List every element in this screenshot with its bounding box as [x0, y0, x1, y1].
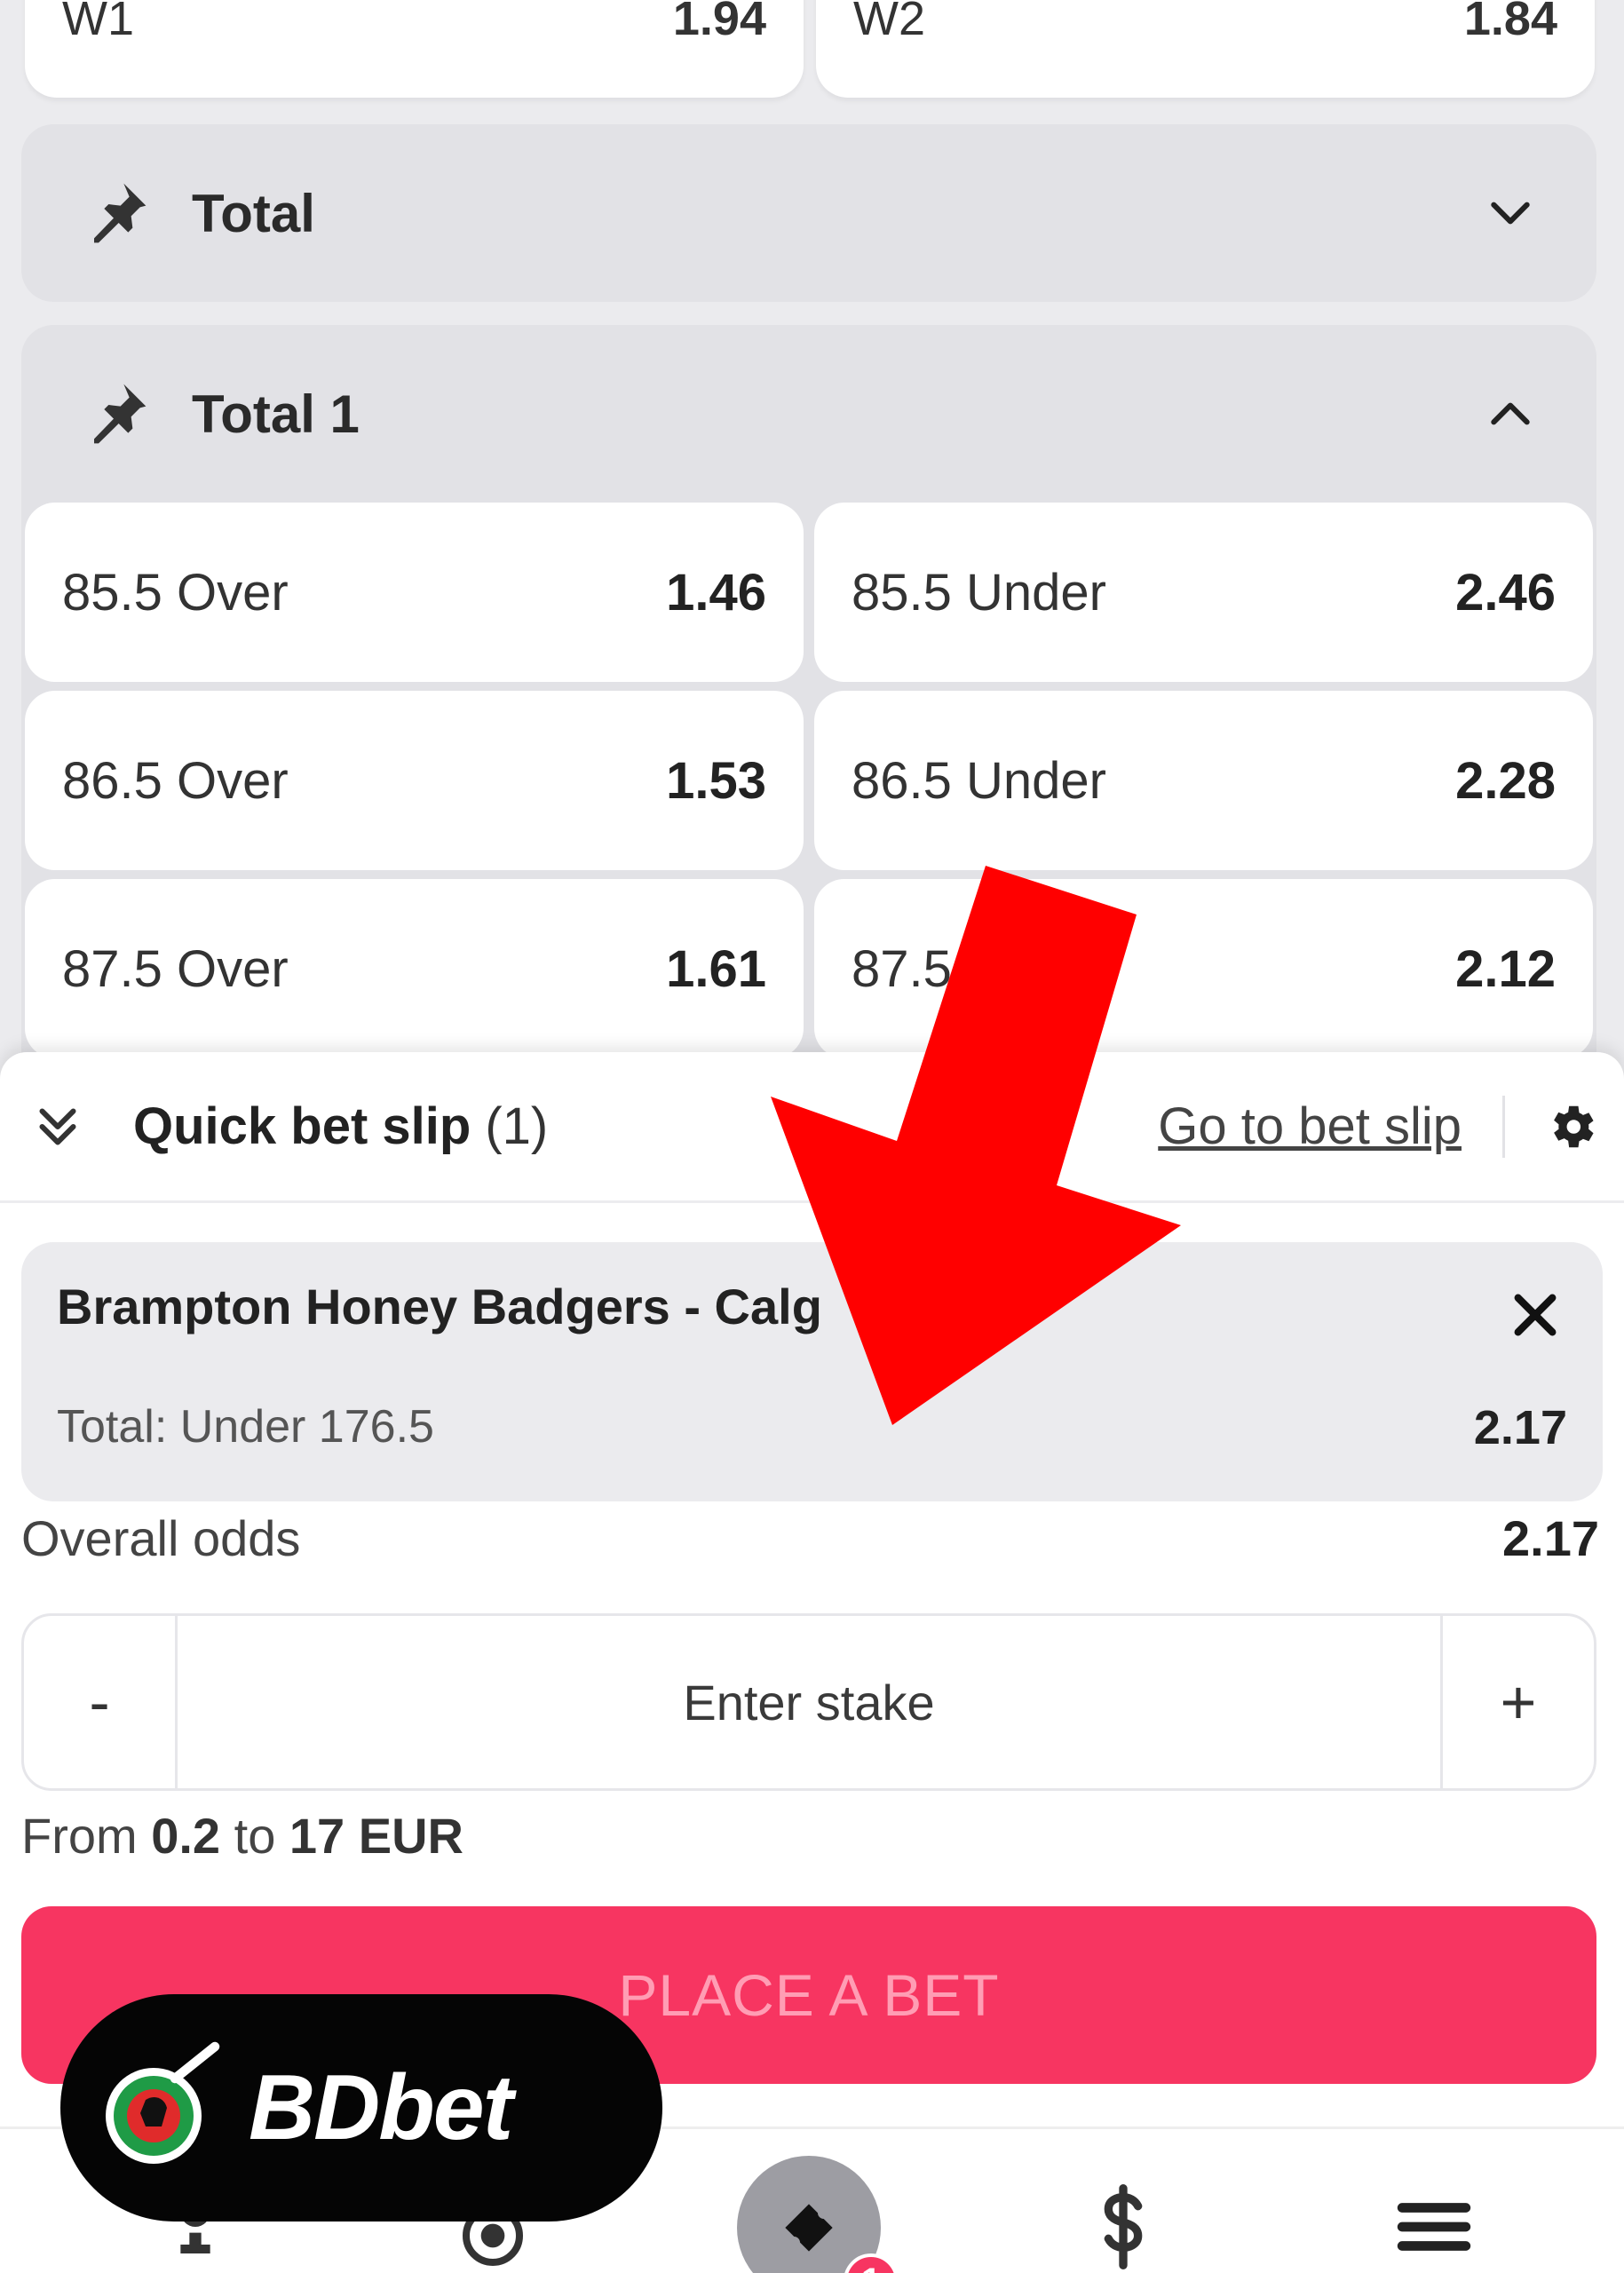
odds-cell-under[interactable]: 86.5 Under 2.28 — [814, 691, 1593, 870]
odds-grid: 85.5 Over 1.46 85.5 Under 2.46 86.5 Over… — [21, 503, 1596, 1058]
odds-label: 87.5 Over — [62, 939, 289, 998]
increase-stake-button[interactable]: + — [1443, 1616, 1594, 1788]
menu-icon[interactable] — [1390, 2182, 1478, 2271]
odds-cell-over[interactable]: 87.5 Over 1.61 — [25, 879, 804, 1058]
winner-row: W1 1.94 W2 1.84 — [25, 0, 1595, 98]
odds-value: 1.94 — [672, 0, 766, 45]
odds-label: W1 — [62, 0, 134, 45]
odds-cell-w2[interactable]: W2 1.84 — [816, 0, 1595, 98]
odds-label: 86.5 Over — [62, 751, 289, 810]
odds-cell-over[interactable]: 85.5 Over 1.46 — [25, 503, 804, 682]
odds-value: 1.53 — [666, 751, 766, 810]
odds-row: 85.5 Over 1.46 85.5 Under 2.46 — [25, 503, 1593, 682]
go-to-bet-slip-link[interactable]: Go to bet slip — [1158, 1097, 1462, 1156]
page: W1 1.94 W2 1.84 Total Total 1 85.5 Over … — [0, 0, 1624, 2273]
chevron-up-icon[interactable] — [1479, 383, 1541, 445]
bet-description: Total: Under 176.5 — [57, 1401, 434, 1453]
odds-value: 1.46 — [666, 563, 766, 622]
slip-count: (1) — [485, 1097, 549, 1155]
stake-stepper: - + — [21, 1613, 1596, 1791]
bet-odd: 2.17 — [1473, 1401, 1567, 1454]
odds-cell-w1[interactable]: W1 1.94 — [25, 0, 804, 98]
odds-cell-under[interactable]: 85.5 Under 2.46 — [814, 503, 1593, 682]
pin-icon[interactable] — [76, 374, 156, 454]
dollar-icon[interactable] — [1079, 2178, 1168, 2273]
market-title: Total — [192, 183, 315, 243]
overall-odds-value: 2.17 — [1502, 1510, 1599, 1566]
market-total-1-header[interactable]: Total 1 — [21, 325, 1596, 503]
stake-limits: From 0.2 to 17 EUR — [21, 1808, 463, 1864]
odds-row: 87.5 Over 1.61 87.5 2.12 — [25, 879, 1593, 1058]
chevron-down-icon[interactable] — [1479, 182, 1541, 244]
market-title: Total 1 — [192, 384, 360, 444]
odds-value: 1.61 — [666, 939, 766, 998]
odds-row: 86.5 Over 1.53 86.5 Under 2.28 — [25, 691, 1593, 870]
overall-odds-label: Overall odds — [21, 1510, 301, 1566]
market-total-header[interactable]: Total — [21, 124, 1596, 302]
odds-value: 2.46 — [1455, 563, 1556, 622]
double-chevron-down-icon[interactable] — [27, 1096, 89, 1158]
close-icon[interactable] — [1501, 1281, 1569, 1349]
market-total-1: Total 1 85.5 Over 1.46 85.5 Under 2.46 8… — [21, 325, 1596, 1124]
odds-value: 1.84 — [1463, 0, 1557, 45]
cricket-logo-icon — [106, 2041, 220, 2164]
slip-header: Quick bet slip (1) Go to bet slip — [0, 1052, 1624, 1203]
bet-event-name: Brampton Honey Badgers - Calg ge — [57, 1279, 1014, 1334]
odds-label: W2 — [853, 0, 925, 45]
odds-label: 87.5 — [852, 939, 952, 998]
divider — [1502, 1095, 1505, 1158]
odds-label: 85.5 Over — [62, 563, 289, 622]
logo-text: BDbet — [249, 2055, 513, 2159]
gear-icon[interactable] — [1541, 1096, 1603, 1158]
decrease-stake-button[interactable]: - — [24, 1616, 175, 1788]
pin-icon[interactable] — [76, 173, 156, 253]
odds-value: 2.28 — [1455, 751, 1556, 810]
overall-odds-row: Overall odds 2.17 — [21, 1509, 1599, 1567]
odds-value: 2.12 — [1455, 939, 1556, 998]
odds-label: 86.5 Under — [852, 751, 1106, 810]
bdbet-logo: BDbet — [60, 1994, 662, 2222]
slip-title: Quick bet slip — [133, 1097, 471, 1155]
odds-label: 85.5 Under — [852, 563, 1106, 622]
odds-cell-under[interactable]: 87.5 2.12 — [814, 879, 1593, 1058]
stake-input[interactable] — [175, 1616, 1443, 1788]
market-total: Total — [21, 124, 1596, 302]
bet-card: Brampton Honey Badgers - Calg ge Total: U… — [21, 1242, 1603, 1501]
odds-cell-over[interactable]: 86.5 Over 1.53 — [25, 691, 804, 870]
